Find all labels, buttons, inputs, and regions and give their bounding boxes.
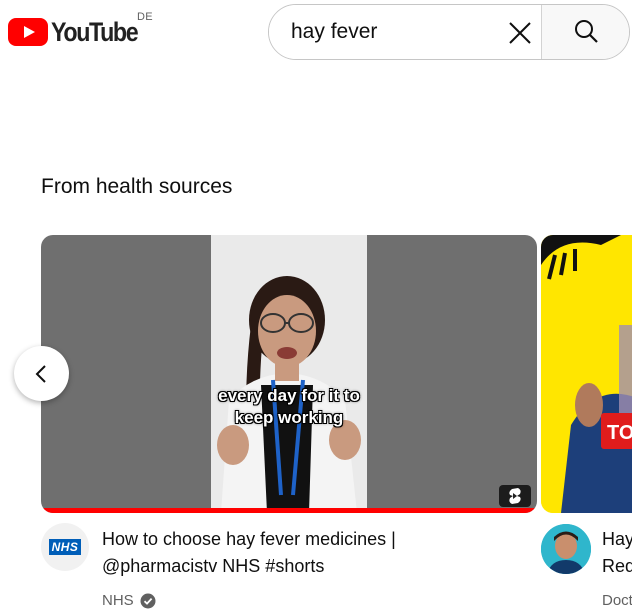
channel-name: NHS bbox=[102, 592, 134, 609]
search-icon bbox=[574, 20, 598, 43]
search-box bbox=[268, 4, 630, 60]
country-code: DE bbox=[137, 11, 153, 23]
verified-check-icon bbox=[140, 593, 156, 608]
video-thumbnail-2[interactable]: TO bbox=[541, 235, 632, 513]
search-button[interactable] bbox=[541, 5, 629, 59]
shorts-badge bbox=[499, 485, 531, 507]
video-title-2-line-1: Hay bbox=[602, 529, 632, 549]
watch-progress-bar bbox=[41, 508, 537, 513]
close-icon bbox=[509, 22, 531, 44]
logo-wordmark: YouTube bbox=[51, 17, 139, 47]
nhs-logo: NHS bbox=[48, 539, 82, 555]
video-title-2[interactable]: Hay Red bbox=[602, 526, 632, 580]
chevron-left-icon bbox=[35, 364, 46, 383]
thumbnail-frame bbox=[211, 235, 367, 513]
video-title-2-line-2: Red bbox=[602, 556, 632, 576]
video-title-line-2: @pharmacistv NHS #shorts bbox=[102, 556, 325, 576]
section-title: From health sources bbox=[41, 175, 233, 198]
channel-name-row[interactable]: NHS bbox=[102, 592, 156, 609]
channel-avatar[interactable]: NHS bbox=[41, 523, 89, 571]
video-title-line-1: How to choose hay fever medicines | bbox=[102, 529, 396, 549]
clear-search-button[interactable] bbox=[502, 15, 538, 51]
carousel-prev-button[interactable] bbox=[14, 346, 69, 401]
youtube-play-icon bbox=[8, 18, 48, 46]
video-thumbnail[interactable]: every day for it to keep working bbox=[41, 235, 537, 513]
video-title[interactable]: How to choose hay fever medicines | @pha… bbox=[102, 526, 442, 580]
channel-avatar-2-image bbox=[541, 524, 591, 574]
masthead: YouTube DE bbox=[0, 0, 632, 64]
presenter-image bbox=[211, 235, 367, 513]
channel-avatar-2[interactable] bbox=[541, 524, 591, 574]
thumbnail-2-image: TO bbox=[541, 235, 632, 513]
channel-name-2[interactable]: Doct bbox=[602, 592, 632, 609]
thumbnail-2-text: TO bbox=[607, 422, 632, 444]
youtube-logo[interactable]: YouTube bbox=[8, 18, 151, 46]
thumbnail-caption: every day for it to keep working bbox=[218, 386, 360, 427]
shorts-icon bbox=[509, 488, 521, 504]
